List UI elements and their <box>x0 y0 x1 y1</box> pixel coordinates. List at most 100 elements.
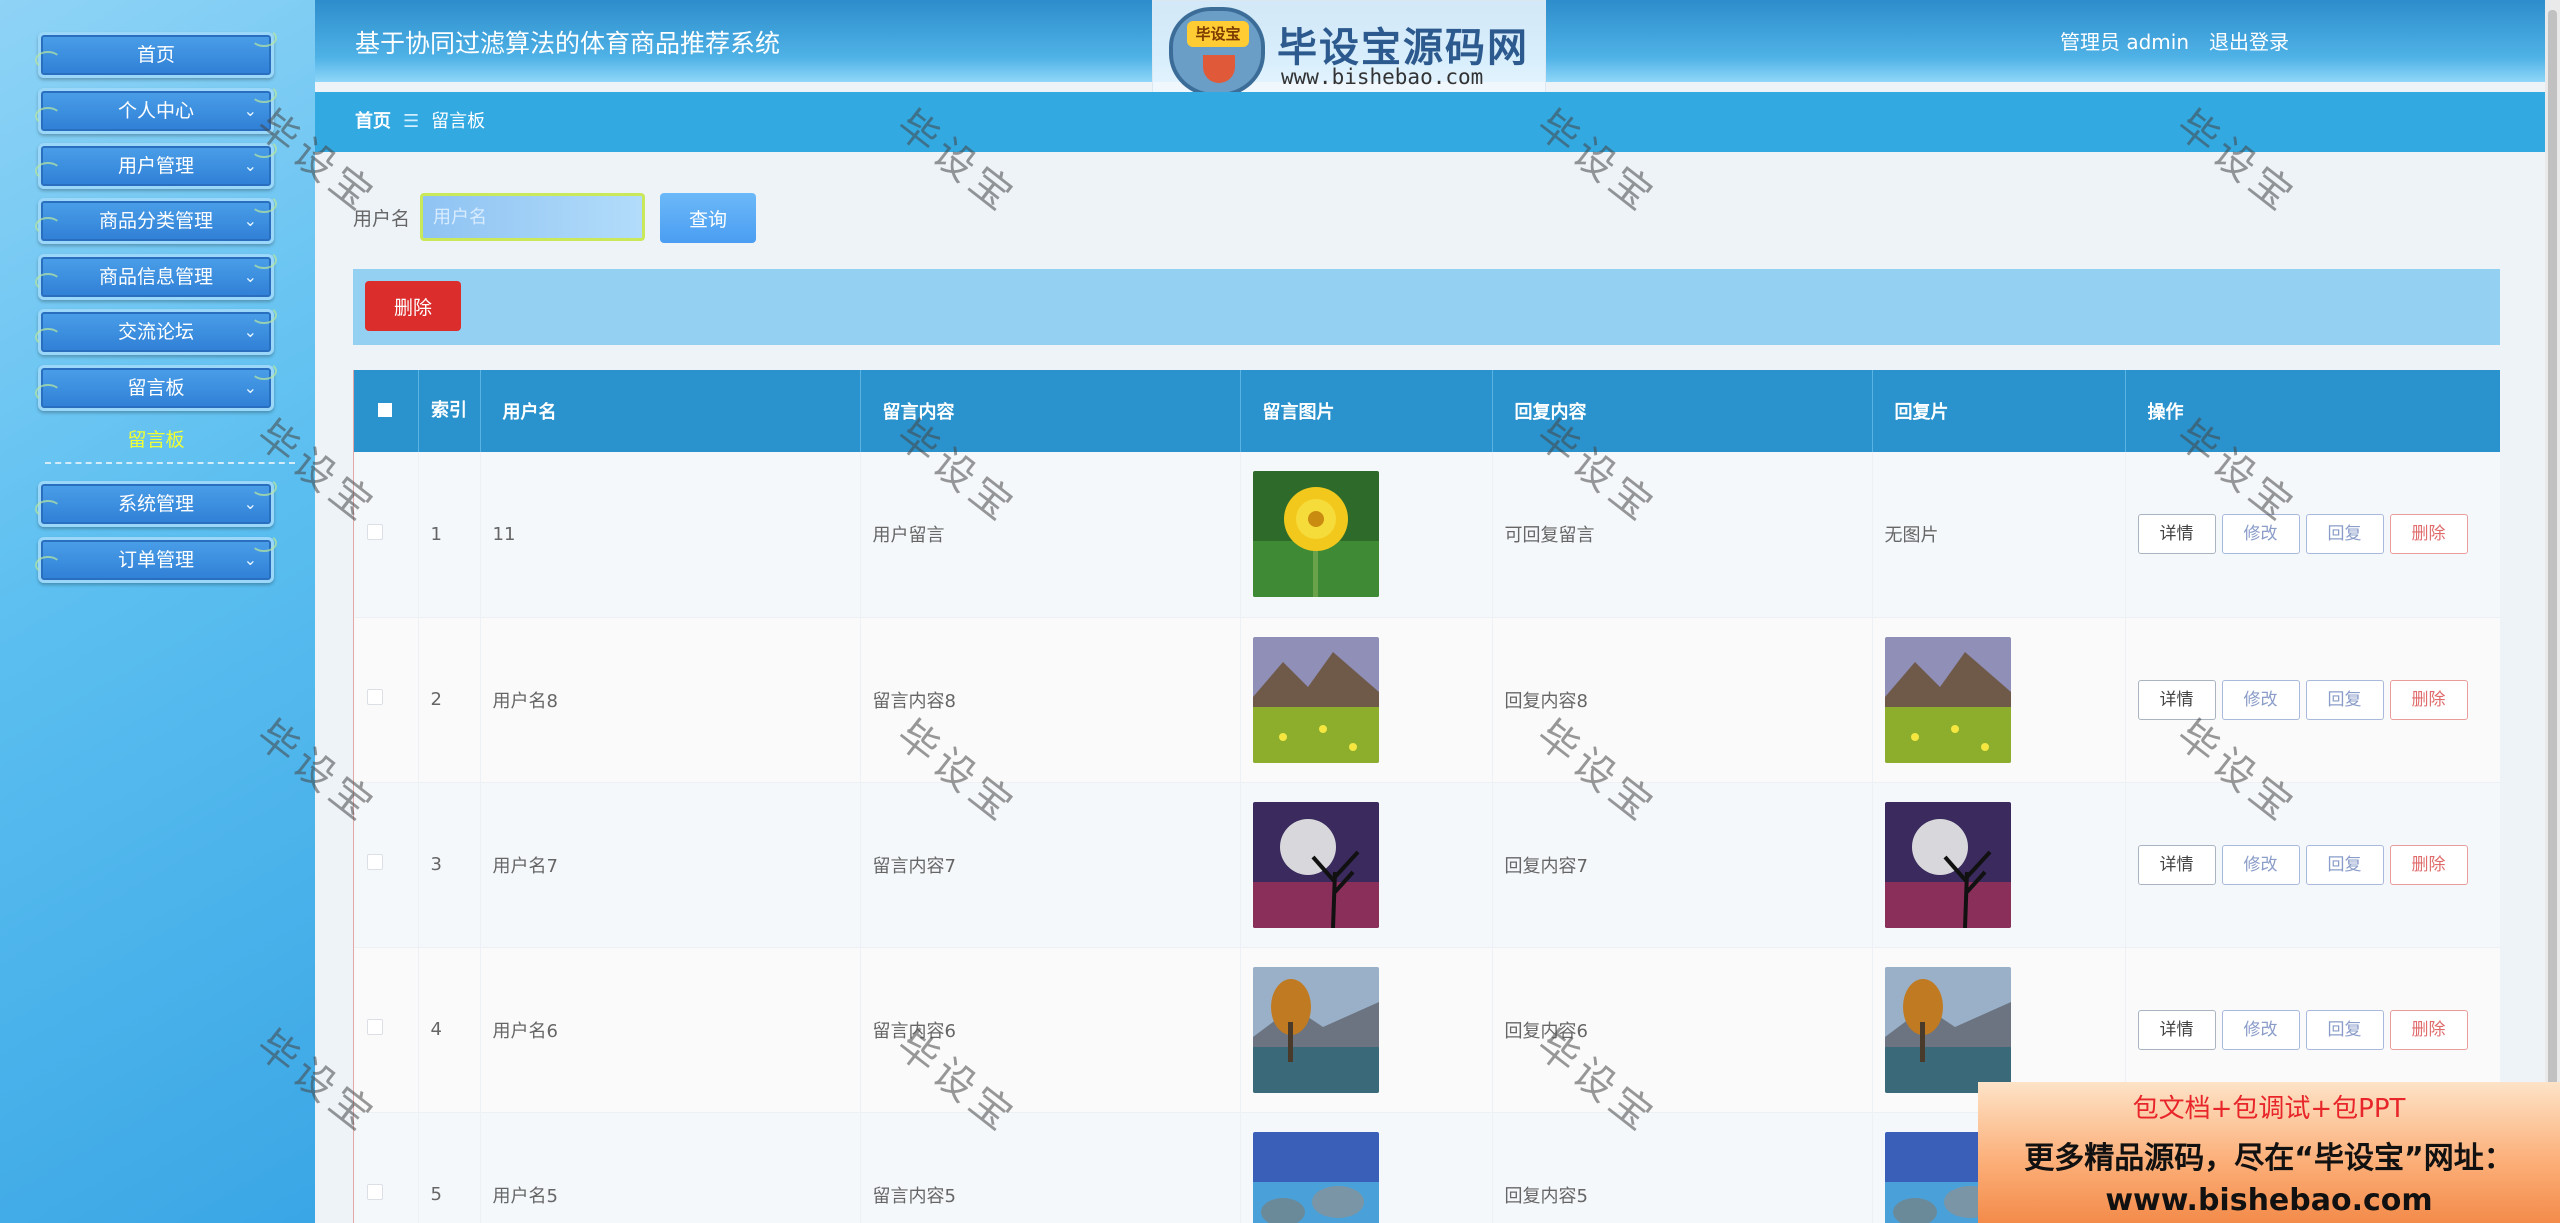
mascot-mouth <box>1203 55 1235 83</box>
reply-button[interactable]: 回复 <box>2305 679 2384 720</box>
decor-curl <box>35 217 61 235</box>
row-content: 用户留言 <box>860 452 1241 618</box>
detail-button[interactable]: 详情 <box>2137 844 2216 885</box>
edit-button[interactable]: 修改 <box>2221 514 2300 555</box>
sidebar-item-label: 系统管理 <box>117 493 194 515</box>
delete-button[interactable]: 删除 <box>2389 679 2468 720</box>
sidebar-item-label: 订单管理 <box>117 549 194 571</box>
promo-line-1: 包文档+包调试+包PPT <box>2132 1094 2406 1124</box>
row-content: 留言内容7 <box>860 782 1241 948</box>
message-image[interactable] <box>1252 636 1379 763</box>
header-username: 用户名 <box>480 370 861 452</box>
select-all-checkbox[interactable] <box>378 402 392 417</box>
edit-button[interactable]: 修改 <box>2221 1009 2300 1050</box>
sidebar-item-product-management[interactable]: 商品信息管理 ⌄ <box>35 251 277 300</box>
row-select-cell <box>354 617 419 783</box>
decor-curl <box>35 51 61 69</box>
promo-line-2: 更多精品源码，尽在“毕设宝”网址： <box>2024 1141 2514 1176</box>
sidebar-item-label: 商品信息管理 <box>98 266 213 288</box>
sidebar-item-message-board[interactable]: 留言板 ⌄ <box>35 362 277 411</box>
sidebar-item-label: 留言板 <box>127 377 185 399</box>
decor-curl <box>35 162 61 180</box>
table-row: 2 用户名8 留言内容8 回复内容8 详情 修改 回复 删除 <box>354 617 2500 783</box>
sidebar-item-system-management[interactable]: 系统管理 ⌄ <box>35 478 277 527</box>
sidebar-item-label: 首页 <box>136 44 175 66</box>
scrollbar-thumb[interactable] <box>2548 10 2557 1090</box>
search-label: 用户名 <box>353 208 411 230</box>
delete-button[interactable]: 删除 <box>2389 514 2468 555</box>
divider <box>45 462 295 464</box>
row-content: 留言内容6 <box>860 947 1241 1113</box>
row-reply-image-cell <box>1872 782 2126 948</box>
breadcrumb-home[interactable]: 首页 <box>355 111 391 132</box>
sidebar-item-home[interactable]: 首页 <box>35 29 277 78</box>
delete-button[interactable]: 删除 <box>2389 844 2468 885</box>
chevron-down-icon: ⌄ <box>243 211 257 230</box>
message-image[interactable] <box>1252 471 1379 598</box>
detail-button[interactable]: 详情 <box>2137 1009 2216 1050</box>
row-select-cell <box>354 1112 419 1223</box>
promo-banner: 包文档+包调试+包PPT 更多精品源码，尽在“毕设宝”网址： www.bishe… <box>1978 1082 2560 1223</box>
row-username: 用户名7 <box>480 782 861 948</box>
row-checkbox[interactable] <box>367 1184 383 1200</box>
detail-button[interactable]: 详情 <box>2137 514 2216 555</box>
row-checkbox[interactable] <box>367 854 383 870</box>
message-image[interactable] <box>1252 966 1379 1093</box>
sidebar-item-forum[interactable]: 交流论坛 ⌄ <box>35 306 277 355</box>
message-image[interactable] <box>1252 801 1379 928</box>
chevron-down-icon: ⌄ <box>243 378 257 397</box>
row-select-cell <box>354 452 419 618</box>
decor-curl <box>35 556 61 574</box>
delete-button[interactable]: 删除 <box>2389 1009 2468 1050</box>
edit-button[interactable]: 修改 <box>2221 844 2300 885</box>
reply-image[interactable] <box>1884 801 2011 928</box>
row-select-cell <box>354 782 419 948</box>
sidebar-item-order-management[interactable]: 订单管理 ⌄ <box>35 534 277 583</box>
detail-button[interactable]: 详情 <box>2137 679 2216 720</box>
row-username: 用户名8 <box>480 617 861 783</box>
decor-curl <box>35 328 61 346</box>
row-reply: 回复内容5 <box>1492 1112 1873 1223</box>
submenu-item-message-board[interactable]: 留言板 <box>38 422 274 458</box>
mascot-logo-icon: 毕设宝 <box>1169 7 1265 97</box>
header-image: 留言图片 <box>1240 370 1493 452</box>
row-checkbox[interactable] <box>367 523 383 540</box>
row-username: 用户名5 <box>480 1112 861 1223</box>
logout-link[interactable]: 退出登录 <box>2209 30 2289 54</box>
header-content: 留言内容 <box>860 370 1241 452</box>
table-header-row: 索引 用户名 留言内容 留言图片 回复内容 回复片 操作 <box>354 370 2500 452</box>
row-actions: 详情修改回复删除 <box>2125 782 2500 948</box>
decor-curl <box>35 107 61 125</box>
sidebar-item-personal-center[interactable]: 个人中心 ⌄ <box>35 85 277 134</box>
reply-image[interactable] <box>1884 966 2011 1093</box>
row-image-cell <box>1240 617 1493 783</box>
sidebar-item-category-management[interactable]: 商品分类管理 ⌄ <box>35 195 277 244</box>
username-search-input[interactable] <box>420 193 645 241</box>
row-image-cell <box>1240 1112 1493 1223</box>
chevron-down-icon: ⌄ <box>243 322 257 341</box>
reply-button[interactable]: 回复 <box>2305 1009 2384 1050</box>
header-reply-image: 回复片 <box>1872 370 2126 452</box>
reply-button[interactable]: 回复 <box>2305 514 2384 555</box>
row-image-cell <box>1240 452 1493 618</box>
row-checkbox[interactable] <box>367 1019 383 1035</box>
logo-url: www.bishebao.com <box>1281 65 1484 89</box>
edit-button[interactable]: 修改 <box>2221 679 2300 720</box>
user-area: 管理员 admin 退出登录 <box>2060 26 2309 55</box>
current-user: 管理员 admin <box>2060 30 2190 54</box>
row-content: 留言内容5 <box>860 1112 1241 1223</box>
table-row: 1 11 用户留言 可回复留言 无图片 详情 修改 回复 删除 <box>354 452 2500 618</box>
batch-delete-button[interactable]: 删除 <box>365 281 461 331</box>
message-image[interactable] <box>1252 1131 1379 1223</box>
header-index: 索引 <box>418 370 481 452</box>
decor-curl <box>251 29 277 47</box>
select-all-header <box>354 370 419 452</box>
sidebar-item-user-management[interactable]: 用户管理 ⌄ <box>35 140 277 189</box>
row-checkbox[interactable] <box>367 689 383 705</box>
reply-button[interactable]: 回复 <box>2305 844 2384 885</box>
table-row: 3 用户名7 留言内容7 回复内容7 详情 修改 回复 删除 <box>354 782 2500 948</box>
reply-image[interactable] <box>1884 636 2011 763</box>
sidebar-item-label: 交流论坛 <box>117 321 194 343</box>
query-button[interactable]: 查询 <box>660 193 756 243</box>
header-actions: 操作 <box>2125 370 2500 452</box>
